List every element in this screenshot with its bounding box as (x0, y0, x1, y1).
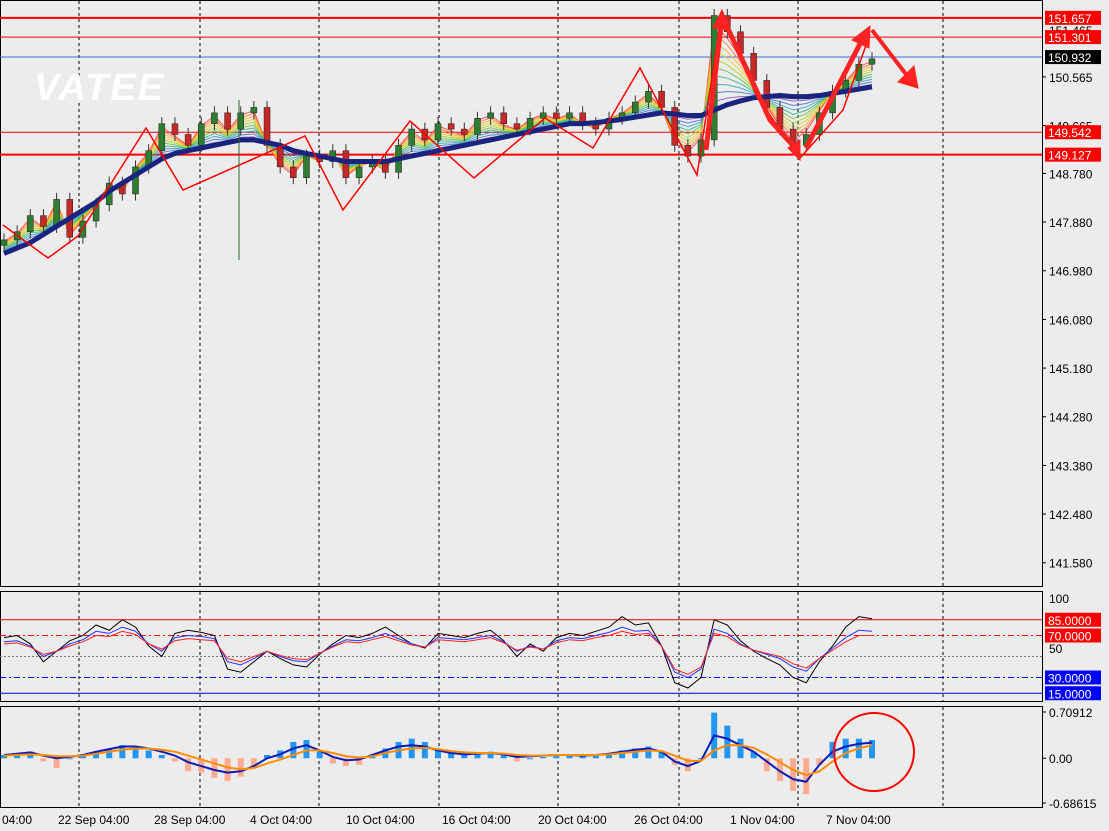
macd-tick-label: 0.00 (1049, 752, 1073, 766)
time-tick-label: 26 Oct 04:00 (634, 813, 703, 827)
time-tick-label: 22 Sep 04:00 (58, 813, 130, 827)
time-axis: 04:00 22 Sep 04:00 28 Sep 04:00 4 Oct 04:00… (2, 813, 891, 827)
macd-axis: 0.70912 0.00 -0.68615 (1042, 706, 1097, 811)
candle-body (355, 166, 363, 178)
chart-window: VATEE 150.565149.665148.780147.880146.98… (0, 0, 1109, 831)
time-tick-label: 4 Oct 04:00 (250, 813, 312, 827)
watermark-logo: VATEE (34, 67, 165, 109)
price-tick-label: 141.580 (1049, 557, 1093, 571)
price-level-tag-label: 150.932 (1048, 51, 1092, 65)
candle-body (250, 107, 258, 114)
candle-body (632, 101, 639, 114)
macd-histogram-bar (527, 758, 534, 760)
candlesticks (0, 9, 876, 252)
time-gridlines (78, 1, 944, 807)
candle-body (434, 123, 442, 141)
macd-histogram-bar (724, 725, 731, 759)
candle-body (0, 239, 8, 246)
macd-histogram-bar (211, 758, 218, 778)
candle-body (474, 118, 481, 135)
candle-body (553, 112, 560, 119)
rsi-line (3, 626, 873, 679)
macd-histogram (1, 712, 875, 795)
rsi-level-tag-label: 30.0000 (1048, 672, 1092, 686)
candle-body (500, 112, 508, 124)
candle-body (513, 123, 521, 130)
macd-histogram-bar (40, 758, 47, 762)
price-tick-label: 147.880 (1049, 216, 1093, 230)
price-level-tag-label: 151.657 (1048, 12, 1092, 26)
time-tick-label: 20 Oct 04:00 (538, 813, 607, 827)
macd-tick-label: 0.70912 (1049, 706, 1093, 720)
macd-histogram-bar (171, 758, 178, 762)
candle-body (645, 90, 652, 103)
price-axis: 150.565149.665148.780147.880146.980146.0… (1042, 24, 1093, 571)
macd-histogram-bar (790, 758, 797, 791)
price-tick-label: 146.980 (1049, 265, 1093, 279)
rsi-level-tag-label: 15.0000 (1048, 687, 1092, 701)
price-tick-label: 142.480 (1049, 508, 1093, 522)
macd-histogram-bar (513, 758, 520, 762)
rsi-tick-label: 100 (1049, 592, 1069, 606)
macd-histogram-bar (303, 739, 310, 759)
rsi-tick-label: 50 (1049, 642, 1063, 656)
price-tick-label: 144.280 (1049, 411, 1093, 425)
time-tick-label: 28 Sep 04:00 (154, 813, 226, 827)
price-tick-label: 150.565 (1049, 71, 1093, 85)
candle-body (184, 134, 192, 146)
price-level-tag-label: 149.542 (1048, 126, 1092, 140)
candle-body (408, 128, 415, 146)
chart-canvas[interactable]: VATEE 150.565149.665148.780147.880146.98… (0, 0, 1109, 831)
time-tick-label: 04:00 (2, 813, 32, 827)
macd-histogram-bar (540, 756, 547, 759)
price-level-tag-label: 149.127 (1048, 149, 1092, 163)
candle-body (447, 123, 455, 130)
macd-histogram-bar (237, 758, 244, 777)
rsi-level-tag-label: 85.0000 (1048, 614, 1092, 628)
macd-histogram-bar (316, 751, 323, 759)
time-tick-label: 16 Oct 04:00 (442, 813, 511, 827)
price-tick-label: 148.780 (1049, 167, 1093, 181)
candle-body (171, 123, 179, 135)
candle-body (290, 166, 297, 178)
candle-body (526, 118, 534, 130)
time-tick-label: 1 Nov 04:00 (730, 813, 795, 827)
price-tick-label: 143.380 (1049, 459, 1093, 473)
price-tick-label: 146.080 (1049, 313, 1093, 327)
candle-body (40, 215, 47, 227)
macd-histogram-bar (421, 741, 428, 759)
macd-histogram-bar (53, 758, 60, 769)
candle-body (211, 112, 218, 124)
macd-histogram-bar (224, 758, 231, 782)
macd-histogram-bar (66, 758, 73, 760)
price-tick-label: 145.180 (1049, 362, 1093, 376)
candle-body (868, 58, 876, 65)
macd-histogram-bar (461, 754, 468, 759)
candle-body (566, 112, 573, 119)
macd-histogram-bar (737, 738, 744, 759)
candle-body (158, 123, 166, 151)
candle-body (27, 215, 34, 233)
price-level-tag-label: 151.301 (1048, 31, 1092, 45)
candle-body (198, 123, 205, 146)
macd-histogram-bar (158, 754, 165, 759)
macd-tick-label: -0.68615 (1049, 797, 1097, 811)
candle-body (342, 150, 350, 178)
rsi-levels: 85.000070.000030.000015.0000 (0, 612, 1101, 701)
macd-histogram-bar (145, 750, 152, 759)
candle-body (461, 128, 468, 135)
macd-histogram-bar (329, 758, 336, 764)
time-tick-label: 7 Nov 04:00 (826, 813, 891, 827)
time-tick-label: 10 Oct 04:00 (346, 813, 415, 827)
rsi-pane-frame (0, 591, 1043, 702)
candle-body (303, 155, 310, 178)
candle-body (224, 112, 231, 130)
price-level-tags: 151.657 151.301 150.932 149.542 149.127 (1045, 10, 1101, 163)
candle-body (487, 112, 494, 119)
